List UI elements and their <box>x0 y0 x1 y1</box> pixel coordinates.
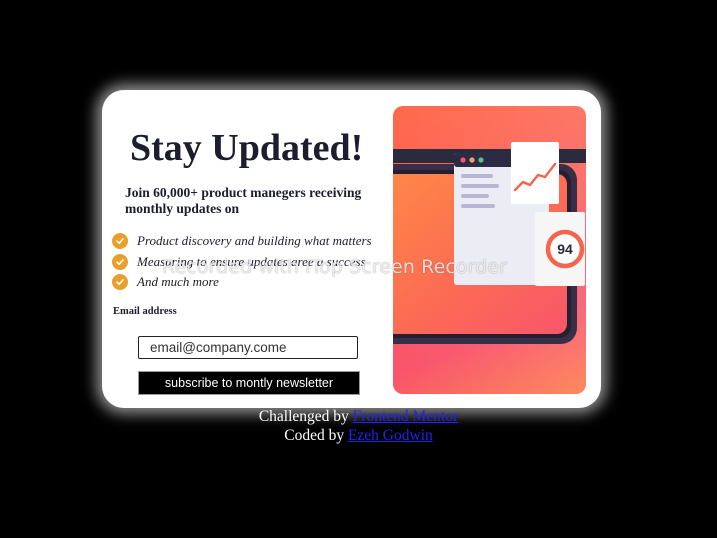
page-title: Stay Updated! <box>130 127 364 169</box>
check-icon <box>112 233 128 250</box>
email-field[interactable] <box>138 336 358 359</box>
email-label: Email address <box>113 306 177 317</box>
score-badge: 94 <box>557 241 573 257</box>
list-item: Product discovery and building what matt… <box>112 231 372 252</box>
recorder-watermark: Recorded with iTop Screen Recorder <box>162 256 508 278</box>
footer-coded: Coded by Ezeh Godwin <box>0 427 717 445</box>
intro-text: Join 60,000+ product manegers receiving … <box>125 185 362 216</box>
hero-graphic: 94 <box>393 106 586 394</box>
author-link[interactable]: Ezeh Godwin <box>348 427 433 444</box>
feature-text: Product discovery and building what matt… <box>137 233 372 249</box>
footer-challenged-text: Challenged by <box>258 408 353 425</box>
footer-challenged: Challenged by Frontend Mentor <box>0 408 717 426</box>
check-icon <box>112 253 128 270</box>
signup-card: Stay Updated! Join 60,000+ product maneg… <box>102 90 601 408</box>
check-icon <box>112 274 128 291</box>
subscribe-button[interactable]: subscribe to montly newsletter <box>138 371 360 395</box>
frontend-mentor-link[interactable]: Frontend Mentor <box>353 408 458 425</box>
footer-coded-text: Coded by <box>284 427 348 444</box>
hero-illustration: 94 <box>393 106 586 394</box>
